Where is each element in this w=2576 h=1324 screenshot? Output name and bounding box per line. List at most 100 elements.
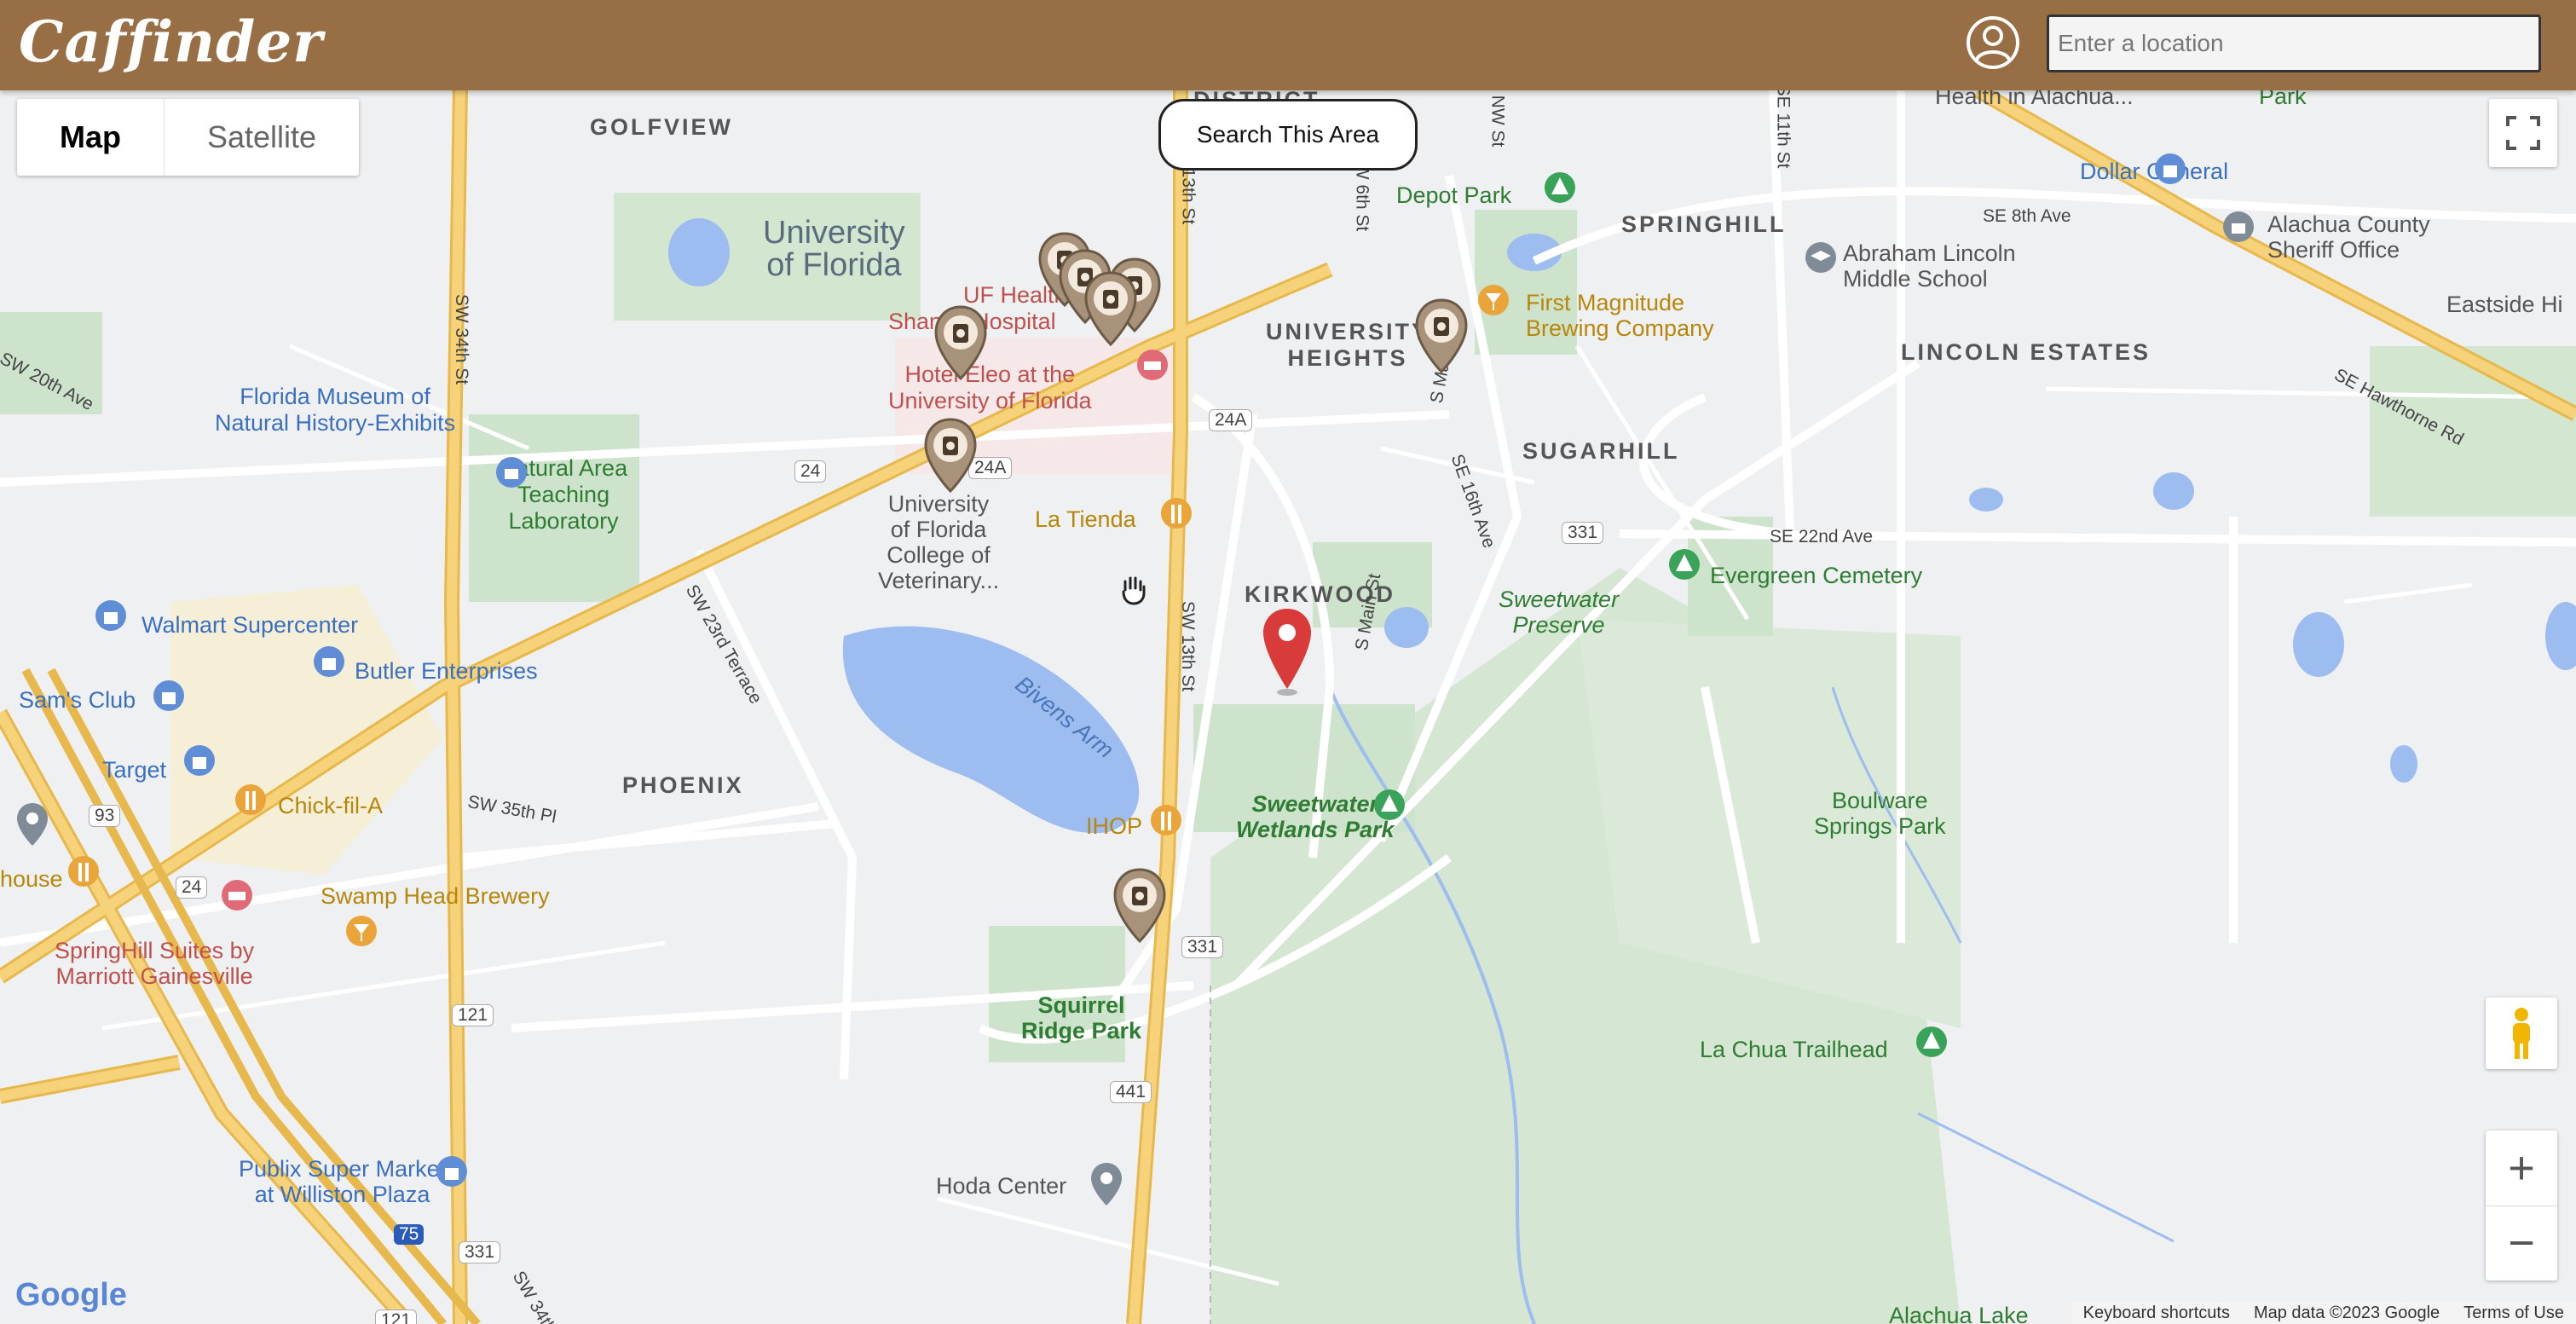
label-la-tienda[interactable]: La Tienda xyxy=(1035,506,1136,533)
route-121-south: 121 xyxy=(375,1310,418,1324)
restaurant-icon[interactable] xyxy=(1158,496,1195,539)
label-alachua-lake[interactable]: Alachua Lake xyxy=(1889,1303,2029,1324)
label-se-11th-st: SE 11th St xyxy=(1773,90,1793,169)
route-441: 441 xyxy=(1110,1081,1152,1103)
coffee-shop-marker-8[interactable] xyxy=(1112,868,1168,945)
google-logo[interactable]: Google xyxy=(15,1277,127,1314)
map-base-layer xyxy=(0,90,2576,1324)
user-account-icon[interactable] xyxy=(1966,15,2020,70)
label-health-alachua[interactable]: Health in Alachua... xyxy=(1935,90,2134,110)
label-depot-park[interactable]: Depot Park xyxy=(1396,182,1511,209)
label-swamp-head-brewery[interactable]: Swamp Head Brewery xyxy=(321,883,550,910)
pegman-icon xyxy=(2513,1008,2530,1059)
label-lincoln-estates: LINCOLN ESTATES xyxy=(1901,339,2151,365)
map-attribution-bar: Keyboard shortcuts Map data ©2023 Google… xyxy=(2071,1302,2576,1324)
route-121: 121 xyxy=(452,1004,494,1026)
label-chick-fil-a[interactable]: Chick-fil-A xyxy=(278,793,383,819)
label-springhill: SPRINGHILL xyxy=(1621,211,1787,237)
street-view-pegman-button[interactable] xyxy=(2486,997,2557,1069)
chick-fil-a-restaurant-icon[interactable] xyxy=(232,783,269,825)
label-evergreen-cemetery[interactable]: Evergreen Cemetery xyxy=(1710,563,1922,589)
museum-icon[interactable] xyxy=(493,454,530,491)
ihop-restaurant-icon[interactable] xyxy=(1147,803,1185,846)
hotel-icon[interactable] xyxy=(218,878,256,921)
coffee-shop-marker-7[interactable] xyxy=(1413,298,1470,375)
hand-cursor-icon xyxy=(1122,576,1146,605)
search-this-area-button[interactable]: Search This Area xyxy=(1158,99,1418,171)
label-sweetwater-preserve[interactable]: Sweetwater Preserve xyxy=(1499,587,1619,638)
label-first-magnitude[interactable]: First Magnitude Brewing Company xyxy=(1526,290,1714,341)
route-75: 75 xyxy=(394,1224,425,1245)
app-logo[interactable]: Caffinder xyxy=(19,9,323,75)
label-sams-club[interactable]: Sam's Club xyxy=(19,687,136,714)
coffee-shop-marker-4[interactable] xyxy=(1083,271,1139,348)
label-sw-13th-st: SW 13th St xyxy=(1178,600,1198,692)
label-uf-vet-college[interactable]: University of Florida College of Veterin… xyxy=(878,491,999,593)
label-publix[interactable]: Publix Super Market at Williston Plaza xyxy=(239,1156,446,1207)
label-la-chua-trailhead[interactable]: La Chua Trailhead xyxy=(1700,1037,1888,1063)
label-ihop[interactable]: IHOP xyxy=(1086,813,1142,840)
label-boulware-springs[interactable]: Boulware Springs Park xyxy=(1814,788,1946,839)
label-butler-enterprises[interactable]: Butler Enterprises xyxy=(355,658,538,685)
hoda-center-pin-icon[interactable] xyxy=(1088,1161,1125,1207)
label-eastside[interactable]: Eastside Hi xyxy=(2446,292,2563,318)
zoom-in-button[interactable]: + xyxy=(2486,1130,2557,1206)
label-house[interactable]: house xyxy=(0,866,63,893)
label-university-of-florida[interactable]: University of Florida xyxy=(763,217,905,281)
location-search-input[interactable] xyxy=(2047,14,2541,72)
butler-shop-icon[interactable] xyxy=(310,645,348,687)
target-shop-icon[interactable] xyxy=(181,743,218,786)
label-golfview: GOLFVIEW xyxy=(590,114,733,140)
fullscreen-button[interactable] xyxy=(2489,99,2557,167)
park-tree-icon[interactable] xyxy=(1541,171,1579,213)
zoom-control: + − xyxy=(2486,1130,2557,1281)
house-restaurant-icon[interactable] xyxy=(65,854,102,897)
map-type-map-button[interactable]: Map xyxy=(17,99,165,176)
hotel-eleo-icon[interactable] xyxy=(1134,346,1171,384)
label-13th-st-top: 13th St xyxy=(1178,167,1198,225)
walmart-shop-icon[interactable] xyxy=(92,598,130,641)
label-florida-museum[interactable]: Florida Museum of Natural History-Exhibi… xyxy=(215,384,455,437)
location-pin-icon[interactable] xyxy=(14,801,51,847)
cemetery-icon[interactable] xyxy=(1666,547,1703,590)
label-nw-st: NW St xyxy=(1487,95,1508,147)
map-canvas[interactable]: GOLFVIEW DISTRICT University of Florida … xyxy=(0,90,2576,1324)
map-data-attribution: Map data ©2023 Google xyxy=(2253,1303,2440,1322)
label-walmart[interactable]: Walmart Supercenter xyxy=(142,612,358,639)
label-park-top[interactable]: Park xyxy=(2259,90,2307,110)
route-331-west: 331 xyxy=(459,1241,501,1263)
sams-club-shop-icon[interactable] xyxy=(150,679,188,721)
label-sugarhill: SUGARHILL xyxy=(1522,438,1680,464)
keyboard-shortcuts-link[interactable]: Keyboard shortcuts xyxy=(2071,1304,2242,1323)
label-university-heights: UNIVERSITY HEIGHTS xyxy=(1266,319,1430,371)
publix-shop-icon[interactable] xyxy=(433,1154,471,1197)
label-abraham-lincoln[interactable]: Abraham Lincoln Middle School xyxy=(1843,240,2016,292)
label-target[interactable]: Target xyxy=(102,757,166,783)
selected-location-pin[interactable] xyxy=(1260,607,1314,697)
brewery-icon[interactable] xyxy=(343,914,380,957)
route-24a-east: 24A xyxy=(1209,409,1253,431)
label-squirrel-ridge-park[interactable]: Squirrel Ridge Park xyxy=(1021,992,1141,1044)
zoom-out-button[interactable]: − xyxy=(2486,1206,2557,1281)
route-24: 24 xyxy=(794,460,827,483)
label-hoda-center[interactable]: Hoda Center xyxy=(936,1173,1066,1200)
map-type-satellite-button[interactable]: Satellite xyxy=(165,99,359,176)
label-springhill-suites[interactable]: SpringHill Suites by Marriott Gainesvill… xyxy=(55,938,254,989)
label-alachua-sheriff[interactable]: Alachua County Sheriff Office xyxy=(2267,211,2430,263)
school-icon[interactable] xyxy=(1802,240,1840,283)
route-93: 93 xyxy=(89,805,121,827)
trailhead-icon[interactable] xyxy=(1913,1025,1950,1067)
app-header: Caffinder xyxy=(0,0,2576,90)
route-24-sw: 24 xyxy=(176,876,208,899)
label-sw-34th-st: SW 34th St xyxy=(452,293,472,385)
route-331-east: 331 xyxy=(1562,522,1604,544)
shopping-icon[interactable] xyxy=(2151,152,2189,194)
label-hotel-eleo[interactable]: Hotel Eleo at the University of Florida xyxy=(888,361,1092,414)
label-se-8th-ave: SE 8th Ave xyxy=(1983,206,2071,226)
government-icon[interactable] xyxy=(2220,210,2257,252)
wetlands-park-icon[interactable] xyxy=(1371,788,1408,830)
coffee-shop-marker-5[interactable] xyxy=(933,305,989,382)
bar-icon[interactable] xyxy=(1475,283,1512,326)
coffee-shop-marker-6[interactable] xyxy=(922,418,979,494)
terms-of-use-link[interactable]: Terms of Use xyxy=(2452,1304,2576,1323)
